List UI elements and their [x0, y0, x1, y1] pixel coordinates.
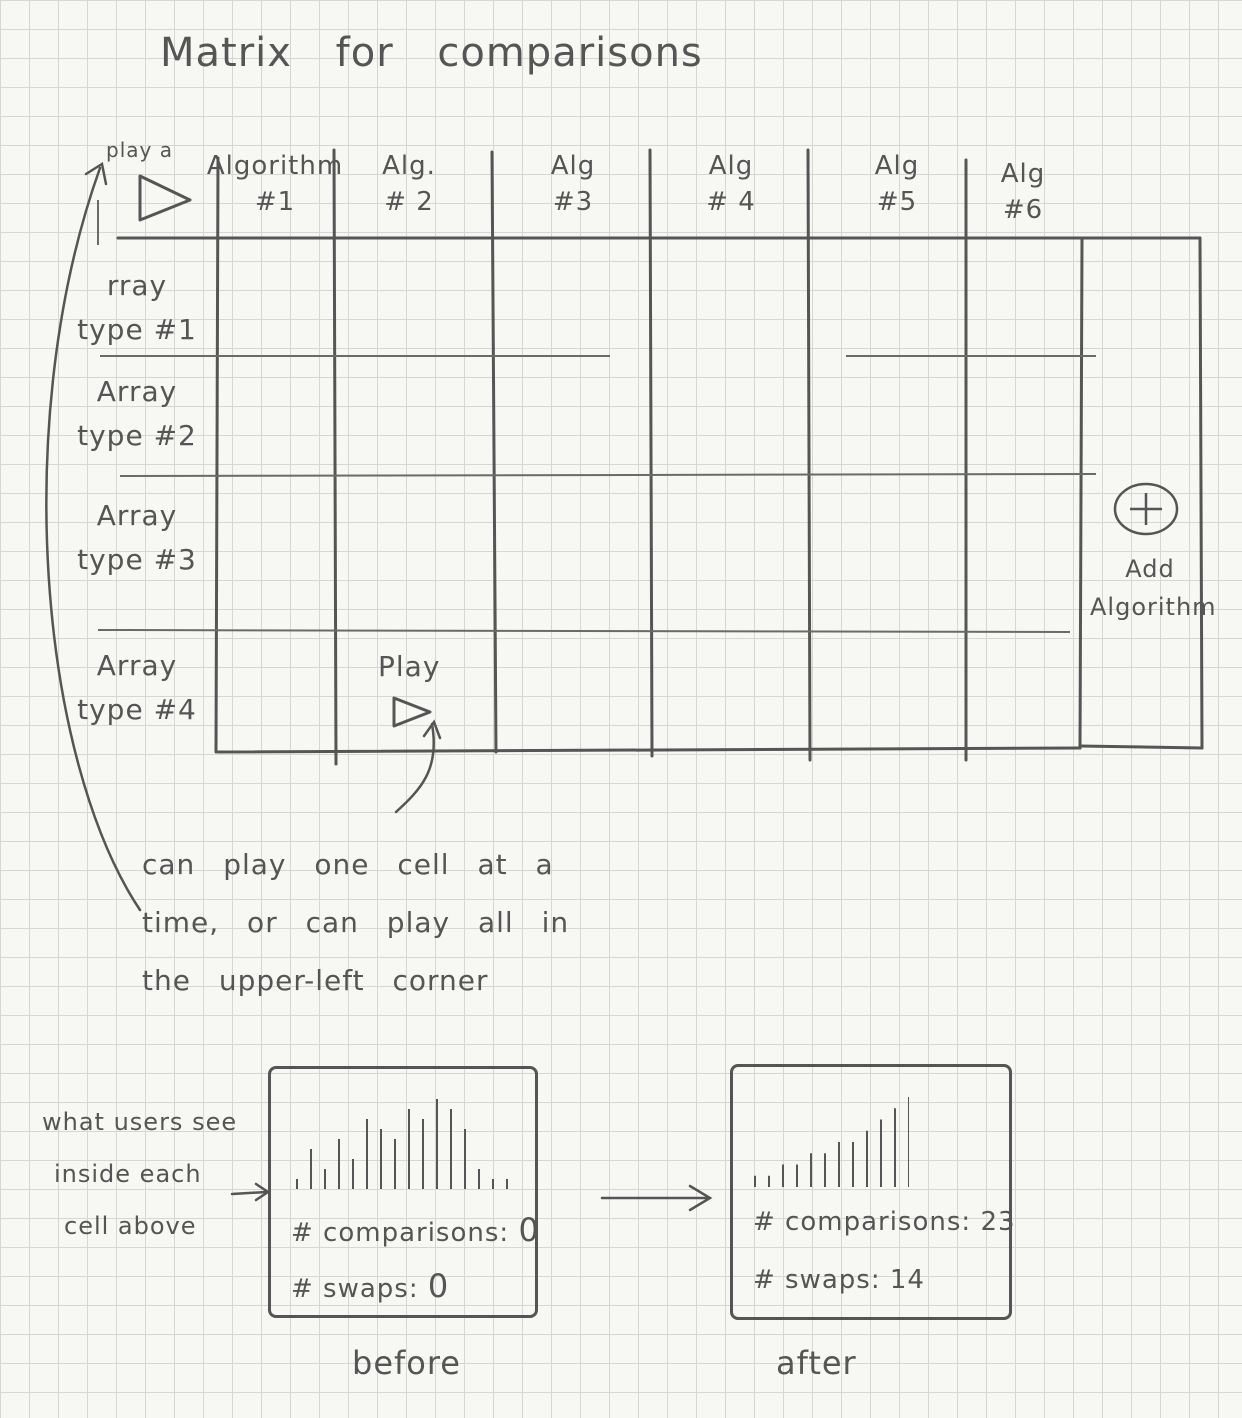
cell-play-label: Play [378, 650, 441, 683]
caption-before: before [352, 1344, 461, 1382]
swaps-before: # swaps: 0 [291, 1267, 450, 1305]
play-note: can play one cell at a time, or can play… [142, 848, 570, 997]
row-header-3: Array type #3 [77, 499, 197, 576]
row-header-2: Array type #2 [77, 375, 197, 452]
caption-after: after [776, 1344, 857, 1382]
cell-preview-before: # comparisons: 0 # swaps: 0 [268, 1066, 540, 1318]
column-header-6: Alg #6 [1000, 159, 1046, 225]
column-header-2: Alg. # 2 [382, 151, 436, 217]
row-header-4: Array type #4 [77, 649, 197, 726]
play-all-icon[interactable] [130, 172, 194, 224]
comparisons-before: # comparisons: 0 [291, 1211, 540, 1249]
column-header-3: Alg #3 [550, 151, 596, 217]
play-all-label: play a [106, 138, 173, 162]
cell-preview-after: # comparisons: 23 # swaps: 14 [730, 1064, 1015, 1320]
cell-play-icon[interactable] [388, 694, 434, 730]
add-algorithm-button[interactable]: Add Algorithm [1090, 550, 1217, 626]
add-algorithm-line2: Algorithm [1090, 593, 1217, 621]
plus-icon[interactable] [1112, 481, 1180, 537]
column-header-4: Alg # 4 [706, 151, 756, 217]
column-header-1: Algorithm #1 [206, 151, 344, 217]
add-algorithm-line1: Add [1125, 555, 1175, 583]
swaps-after: # swaps: 14 [753, 1265, 925, 1295]
bars-after [754, 1097, 909, 1187]
bars-before [296, 1099, 508, 1189]
comparisons-after: # comparisons: 23 [753, 1207, 1016, 1237]
row-header-1: rray type #1 [77, 269, 197, 346]
cell-preview-label: what users see inside each cell above [42, 1108, 238, 1240]
